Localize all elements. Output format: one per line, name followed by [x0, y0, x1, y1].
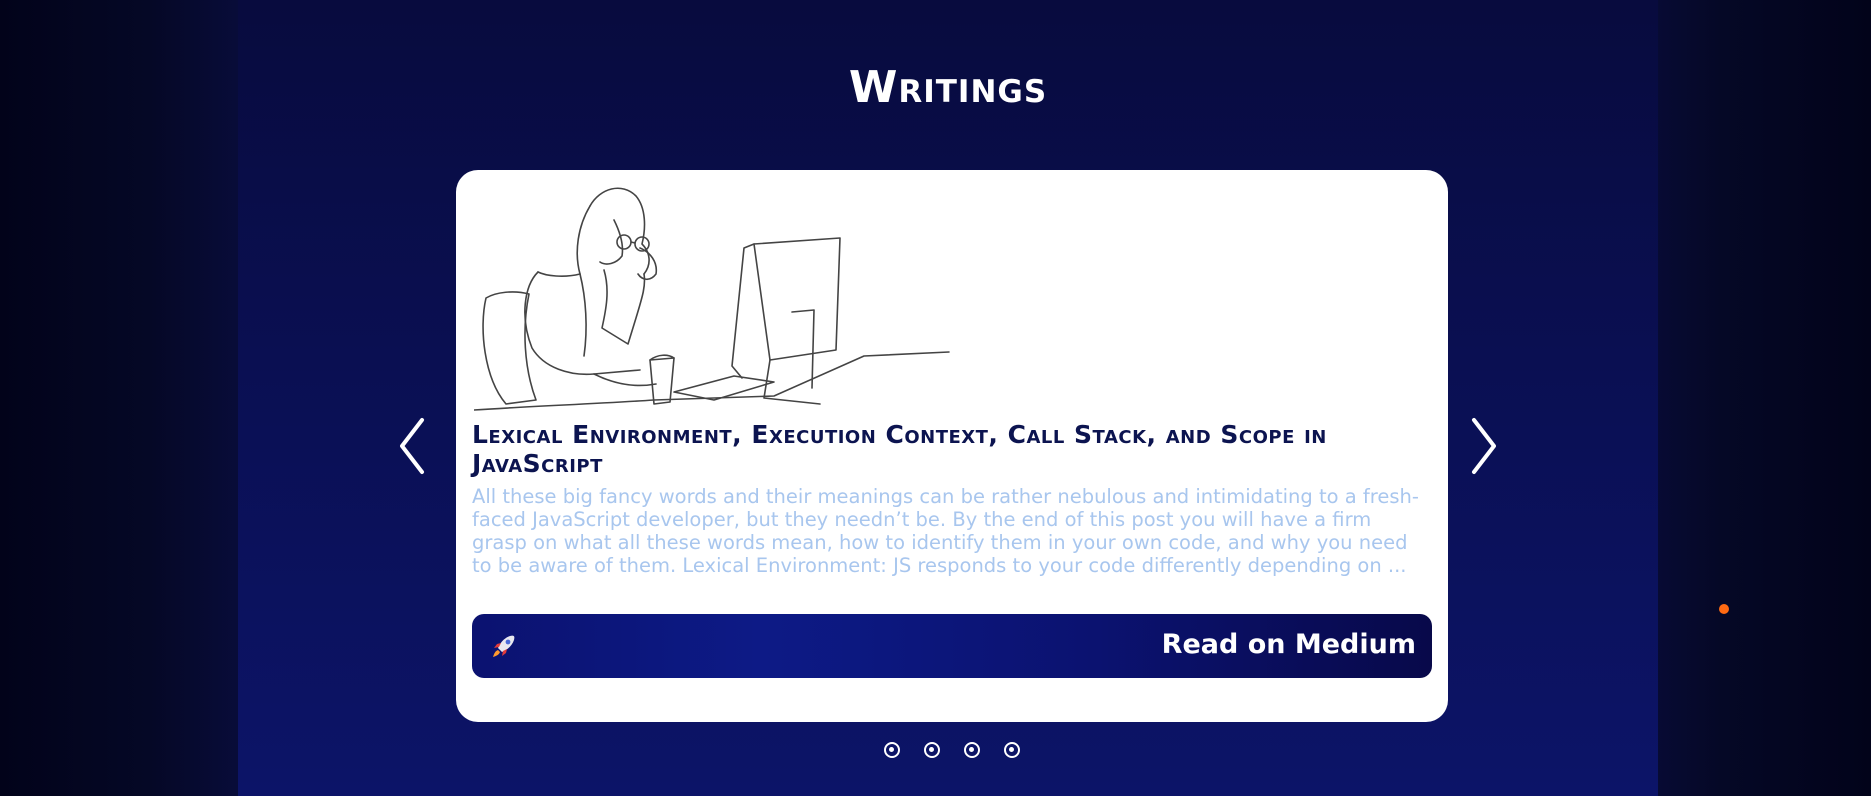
chevron-left-icon[interactable] — [388, 410, 438, 480]
read-on-medium-label: Read on Medium — [1161, 629, 1416, 660]
pagination-dot-1[interactable] — [884, 742, 900, 758]
post-illustration — [474, 187, 950, 411]
post-card: Lexical Environment, Execution Context, … — [456, 170, 1448, 722]
read-on-medium-button[interactable]: Read on Medium — [472, 614, 1432, 678]
section-title: Writings — [848, 62, 1048, 113]
pagination-dot-4[interactable] — [1004, 742, 1020, 758]
rocket-icon — [493, 635, 515, 657]
pagination-dot-3[interactable] — [964, 742, 980, 758]
pagination-dot-2[interactable] — [924, 742, 940, 758]
post-title[interactable]: Lexical Environment, Execution Context, … — [472, 420, 1432, 478]
accent-dot — [1719, 604, 1729, 614]
chevron-right-icon[interactable] — [1458, 410, 1508, 480]
post-excerpt: All these big fancy words and their mean… — [472, 485, 1419, 577]
